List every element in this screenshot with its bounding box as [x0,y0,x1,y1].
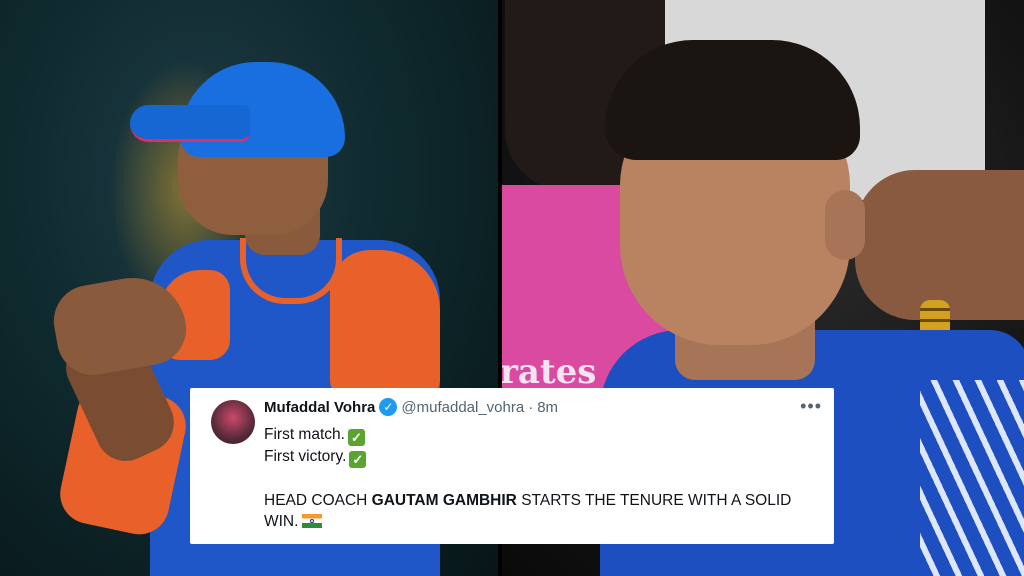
tweet-line-1-text: First match. [264,426,345,443]
separator: · [528,398,534,416]
check-mark-icon: ✓ [349,451,367,468]
avatar[interactable] [211,400,255,444]
player-sleeve [330,250,440,400]
tweet-line-2-text: First victory. [264,448,347,465]
jersey-stripes [920,380,1024,576]
coach-ear [825,190,865,260]
tweet-card[interactable]: Mufaddal Vohra ✓ @mufaddal_vohra · 8m ••… [190,388,834,544]
author-name[interactable]: Mufaddal Vohra [264,399,375,416]
tweet-line-2: First victory. ✓ [264,446,824,468]
tweet-line-3: HEAD COACH GAUTAM GAMBHIR STARTS THE TEN… [264,490,824,512]
tweet-header: Mufaddal Vohra ✓ @mufaddal_vohra · 8m [264,398,558,416]
tweet-line-4: WIN. [264,511,824,533]
shirt-banner-text: rates [500,352,597,392]
player-cap-brim [130,105,250,142]
tweet-line-3-suffix: STARTS THE TENURE WITH A SOLID [516,491,792,509]
coach-hair [605,40,860,160]
india-flag-icon [302,514,323,528]
tweet-line-1: First match. ✓ [264,424,824,446]
check-mark-icon: ✓ [347,429,365,446]
more-options-icon[interactable]: ••• [800,396,822,417]
tweet-line-3-prefix: HEAD COACH [264,491,372,509]
verified-badge-icon: ✓ [379,398,398,416]
tweet-text: First match. ✓ First victory. ✓ HEAD COACH… [264,424,824,533]
background-arm [855,170,1024,320]
tweet-time[interactable]: 8m [537,399,558,416]
author-handle[interactable]: @mufaddal_vohra [401,399,524,416]
coach-name: GAUTAM GAMBHIR [371,491,517,509]
tweet-line-4-text: WIN. [264,513,299,530]
